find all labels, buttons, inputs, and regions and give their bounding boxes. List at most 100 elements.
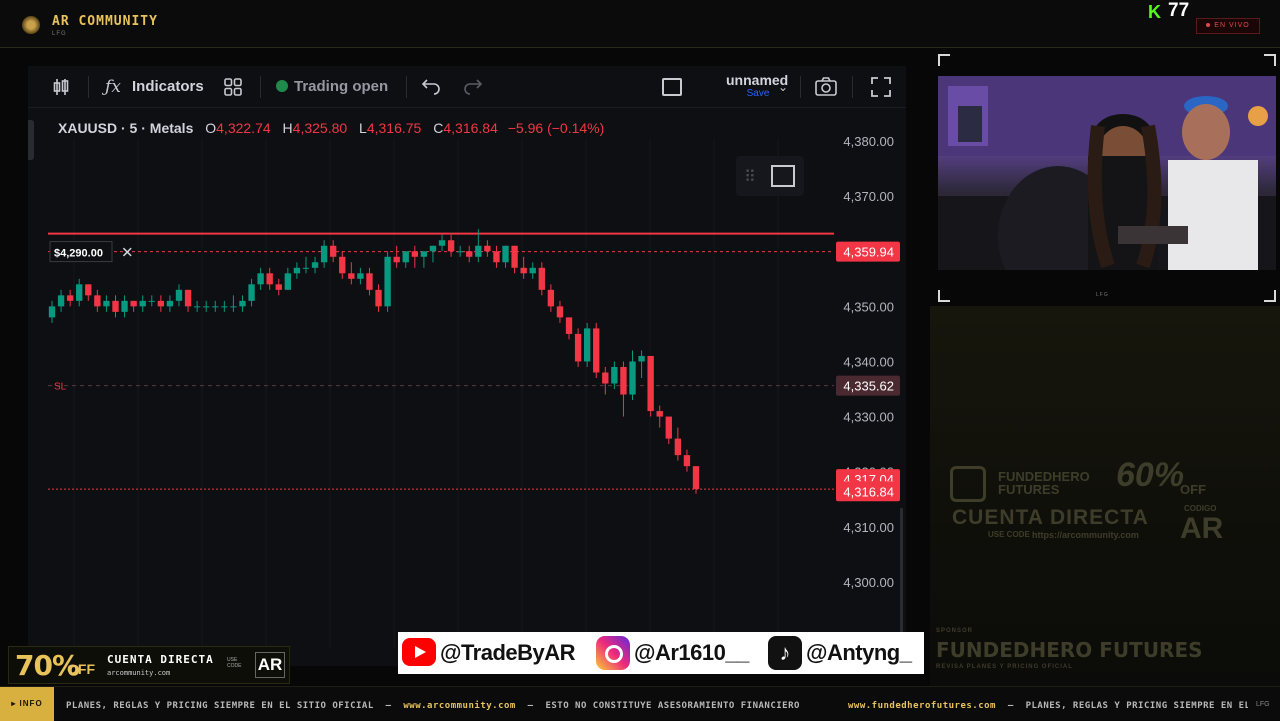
bar-style-icon[interactable] (50, 76, 72, 98)
instagram-icon (596, 636, 630, 670)
candle-body (638, 355, 645, 362)
toolbar-divider (260, 76, 261, 98)
candle-body (348, 273, 355, 279)
sponsor-use-code: USE CODE (988, 530, 1030, 539)
alert-label: $4,290.00 (54, 248, 103, 260)
candle-body (420, 251, 428, 257)
candle-body (438, 240, 446, 246)
candle-body (475, 245, 482, 257)
webcam-caption: LFG (1096, 292, 1109, 298)
candle-body (175, 289, 183, 301)
candle-body (583, 328, 591, 362)
promo-title: CUENTA DIRECTA (107, 653, 214, 666)
candle-body (511, 245, 518, 268)
candle-body (221, 306, 228, 308)
candle-body (148, 300, 155, 302)
candle-body (184, 289, 192, 307)
scrollbar (900, 508, 903, 648)
ticker-link: www.arcommunity.com (403, 701, 516, 711)
candle-body (683, 455, 691, 467)
fx-icon[interactable]: ƒx (102, 76, 124, 98)
ticker-text: PLANES, REGLAS Y PRICING SIEMPRE EN EL S… (66, 701, 800, 711)
candle-body (484, 245, 491, 252)
y-tick-label: 4,340.00 (843, 354, 894, 369)
webcam-feed (938, 76, 1276, 270)
tiktok-icon: ♪ (768, 636, 802, 670)
sponsor-footer-sub: REVISA PLANES Y PRICING OFICIAL (936, 664, 1073, 670)
candle-body (203, 306, 210, 308)
candle-body (538, 267, 545, 290)
upper-line-price-tag: 4,359.94 (843, 245, 894, 260)
candle-body (357, 273, 364, 279)
layout-toggle-checkbox[interactable] (662, 78, 682, 96)
candle-body (212, 306, 219, 308)
frame-corner (938, 54, 950, 66)
chart-toolbar: ƒx Indicators Trading open unnamed Save … (28, 66, 906, 108)
sponsor-brand: FUNDEDHERO FUTURES (998, 469, 1090, 497)
candle-body (647, 355, 654, 412)
candle-body (574, 333, 582, 362)
fullscreen-icon[interactable] (870, 76, 892, 98)
redo-icon[interactable] (462, 76, 484, 98)
promo-use-code: USE CODE (227, 657, 242, 669)
candle-body (139, 300, 146, 307)
ticker-sep: – (1007, 701, 1014, 711)
status-dot-icon (276, 80, 288, 92)
info-ticker: ▸ INFO PLANES, REGLAS Y PRICING SIEMPRE … (0, 686, 1280, 721)
brand-subtitle: LFG (52, 31, 67, 37)
kick-icon: K (1148, 2, 1161, 22)
undo-icon[interactable] (420, 76, 442, 98)
candle-body (384, 256, 391, 307)
instagram-handle: @Ar1610__ (634, 640, 749, 665)
info-tag: ▸ INFO (0, 687, 54, 721)
trading-status[interactable]: Trading open (276, 76, 388, 98)
candle-body (121, 300, 128, 312)
toolbar-divider (406, 76, 407, 98)
candle-body (166, 300, 174, 307)
candle-body (366, 273, 373, 290)
fundedhero-logo (950, 466, 986, 502)
sponsor-off: OFF (1180, 482, 1206, 497)
toolbar-divider (800, 76, 801, 98)
ticker-item: ESTO NO CONSTITUYE ASESORAMIENTO FINANCI… (545, 701, 800, 711)
ticker-lfg: LFG (1256, 701, 1270, 708)
sponsor-footer-brand: FUNDEDHERO FUTURES (936, 638, 1203, 662)
candle-body (556, 306, 564, 318)
sponsor-percent: 60% (1116, 456, 1185, 494)
candle-body (375, 289, 382, 307)
sponsor-panel: FUNDEDHERO FUTURES 60% OFF CUENTA DIRECT… (930, 306, 1280, 686)
templates-icon[interactable] (222, 76, 244, 98)
youtube-icon (402, 638, 436, 666)
candle-body (311, 262, 319, 268)
candle-body (529, 267, 536, 274)
candle-body (330, 245, 337, 257)
candle-body (547, 289, 555, 307)
snapshot-icon[interactable] (814, 76, 837, 98)
chevron-down-icon[interactable]: ⌄ (772, 76, 794, 98)
tiktok-handle: @Antyng_ (806, 640, 912, 665)
candle-body (611, 366, 618, 384)
toolbar-divider (852, 76, 853, 98)
candle-body (411, 251, 418, 257)
candle-body (302, 267, 310, 269)
stream-header: AR COMMUNITY LFG K 77 EN VIVO (0, 0, 1280, 48)
frame-corner (1264, 54, 1276, 66)
sponsor-title: CUENTA DIRECTA (952, 506, 1149, 529)
candle-body (447, 240, 455, 252)
candle-body (402, 251, 409, 263)
brand-title: AR COMMUNITY (52, 14, 158, 29)
sponsor-url: https://arcommunity.com (1032, 530, 1139, 540)
indicators-button[interactable]: Indicators (132, 76, 204, 98)
candle-body (520, 267, 527, 274)
candle-body (239, 300, 246, 307)
candlestick-chart[interactable]: 4,380.004,370.004,360.004,350.004,340.00… (28, 108, 906, 668)
candle-body (157, 300, 165, 307)
ticker-sep: – (527, 701, 534, 711)
frame-corner (938, 290, 950, 302)
candle-body (674, 438, 682, 456)
sponsor-code: AR (1180, 512, 1224, 545)
candle-body (248, 284, 255, 301)
y-tick-label: 4,310.00 (843, 520, 894, 535)
candle-body (193, 306, 201, 308)
promo-off: OFF (67, 661, 95, 677)
